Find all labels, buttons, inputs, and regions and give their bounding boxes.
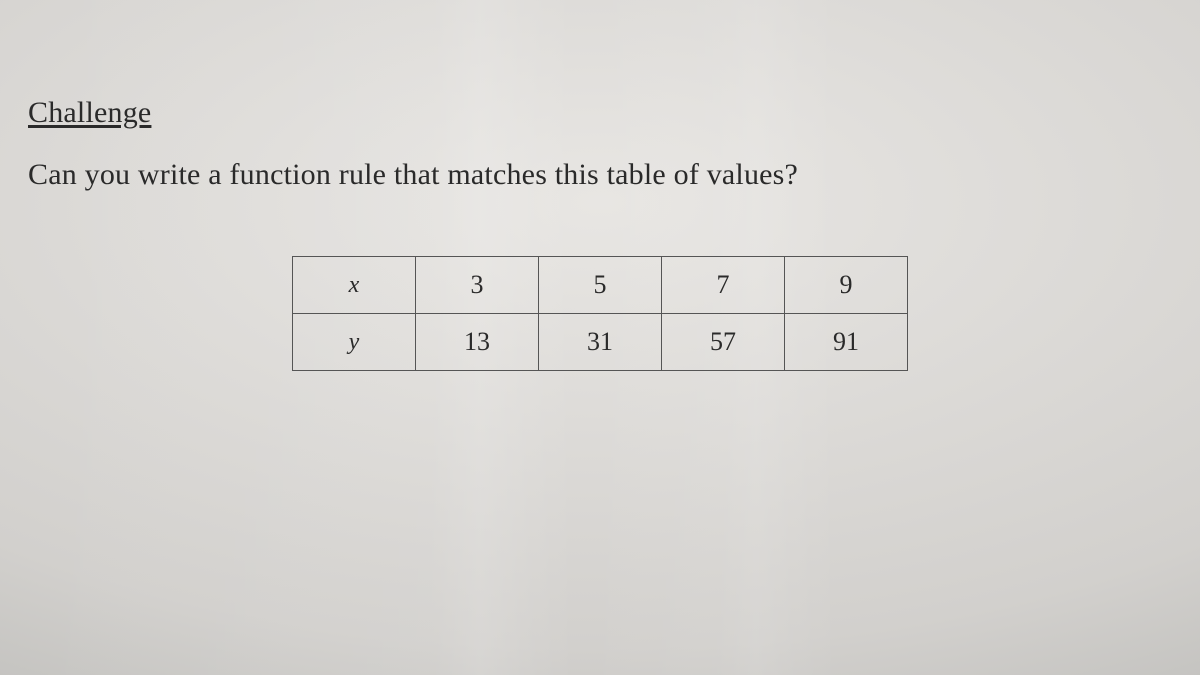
cell-x-2: 7 [662,257,785,314]
section-heading: Challenge [28,96,1200,130]
row-label-x: x [293,257,416,314]
cell-x-0: 3 [416,257,539,314]
cell-x-1: 5 [539,257,662,314]
cell-x-3: 9 [785,257,908,314]
table-container: x 3 5 7 9 y 13 31 57 91 [0,256,1200,371]
cell-y-3: 91 [785,314,908,371]
cell-y-0: 13 [416,314,539,371]
values-table: x 3 5 7 9 y 13 31 57 91 [292,256,908,371]
cell-y-2: 57 [662,314,785,371]
question-prompt: Can you write a function rule that match… [28,158,1200,192]
worksheet-page: Challenge Can you write a function rule … [0,0,1200,371]
table-row: y 13 31 57 91 [293,314,908,371]
table-row: x 3 5 7 9 [293,257,908,314]
cell-y-1: 31 [539,314,662,371]
row-label-y: y [293,314,416,371]
